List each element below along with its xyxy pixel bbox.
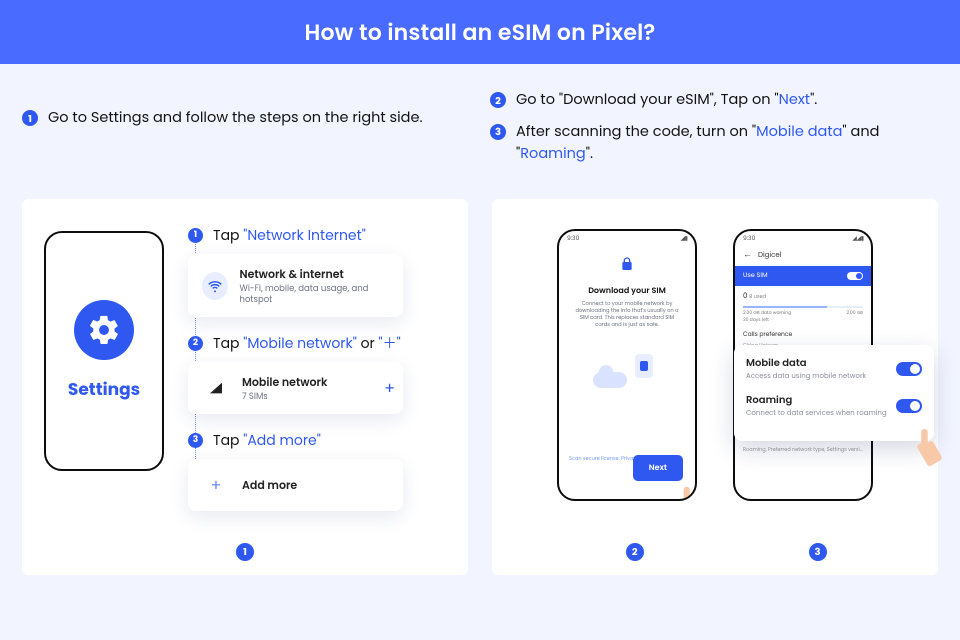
data-usage-bar <box>743 306 863 308</box>
cloud-icon <box>593 372 627 388</box>
phone-a-desc: Connect to your mobile network by downlo… <box>571 300 683 328</box>
roaming-sub: Connect to data services when roaming <box>746 409 887 419</box>
page-title: How to install an eSIM on Pixel? <box>305 16 656 49</box>
tile3-title: Add more <box>242 477 297 494</box>
tile2-title: Mobile network <box>242 374 327 391</box>
sim-chip-icon <box>635 354 653 378</box>
page-header: How to install an eSIM on Pixel? <box>0 0 960 64</box>
back-arrow-icon[interactable]: ← <box>743 249 752 262</box>
substep-badge-1: 1 <box>188 228 203 243</box>
next-button[interactable]: Next <box>633 455 683 481</box>
sub-steps: 1 Tap "Network Internet" Network & inter… <box>188 225 446 527</box>
step-badge-3: 3 <box>490 124 506 140</box>
panel-settings-steps: Settings 1 Tap "Network Internet" <box>22 199 468 575</box>
panel2-foot-badge-2: 2 <box>626 543 644 561</box>
add-icon: + <box>202 471 230 499</box>
tile1-title: Network & internet <box>240 266 389 283</box>
link-next: Next <box>779 90 810 110</box>
panel-phone-screens: 9:30◢ ▮ Download your SIM Connect to you… <box>492 199 938 575</box>
calls-preference[interactable]: Calls preference <box>735 323 871 342</box>
tile-mobile-network[interactable]: Mobile network 7 SIMs + <box>188 362 403 414</box>
intro-step-3: 3 After scanning the code, turn on "Mobi… <box>490 122 938 166</box>
tile2-sub: 7 SIMs <box>242 391 327 402</box>
tile-network-internet[interactable]: Network & internet Wi-Fi, mobile, data u… <box>188 254 403 317</box>
panels-row: Settings 1 Tap "Network Internet" <box>22 199 938 575</box>
intro-row: 1 Go to Settings and follow the steps on… <box>22 86 938 175</box>
intro-left: 1 Go to Settings and follow the steps on… <box>22 86 470 175</box>
tap-hand-icon-2 <box>910 425 952 467</box>
phone-a-title: Download your SIM <box>571 285 683 297</box>
intro-step-1: 1 Go to Settings and follow the steps on… <box>22 108 470 130</box>
intro-step-3-text: After scanning the code, turn on "Mobile… <box>516 122 938 166</box>
statusbar-a: 9:30◢ ▮ <box>559 231 695 246</box>
tile-add-more[interactable]: + Add more <box>188 459 403 511</box>
intro-step-1-text: Go to Settings and follow the steps on t… <box>48 108 423 130</box>
signal-icon <box>202 374 230 402</box>
intro-step-2-text: Go to "Download your eSIM", Tap on "Next… <box>516 90 817 112</box>
substep-2: 2 Tap "Mobile network" or "＋" Mobile net… <box>188 333 446 414</box>
lock-icon <box>619 256 635 272</box>
substep-badge-3: 3 <box>188 433 203 448</box>
phone-b-header: ← Digicel <box>735 246 871 266</box>
use-sim-row[interactable]: Use SIM <box>735 266 871 286</box>
link-mobile-data: Mobile data <box>756 122 842 142</box>
mobile-data-sub: Access data using mobile network <box>746 372 866 382</box>
roaming-title: Roaming <box>746 392 887 408</box>
plus-icon[interactable]: + <box>384 376 395 401</box>
use-sim-toggle[interactable] <box>847 272 863 280</box>
mobile-data-row[interactable]: Mobile data Access data using mobile net… <box>746 355 922 382</box>
tap-hand-icon <box>673 483 697 501</box>
content-wrap: 1 Go to Settings and follow the steps on… <box>0 64 960 575</box>
phone-download-sim: 9:30◢ ▮ Download your SIM Connect to you… <box>557 229 697 501</box>
mobile-data-toggle[interactable] <box>896 362 922 376</box>
roaming-toggle[interactable] <box>896 399 922 413</box>
intro-right: 2 Go to "Download your eSIM", Tap on "Ne… <box>490 86 938 175</box>
substep-badge-2: 2 <box>188 336 203 351</box>
substep-1: 1 Tap "Network Internet" Network & inter… <box>188 225 446 317</box>
mobile-data-title: Mobile data <box>746 355 866 371</box>
settings-phone-mock: Settings <box>44 231 164 471</box>
link-roaming: Roaming <box>520 144 585 164</box>
sim-illustration <box>593 352 661 390</box>
wifi-icon <box>202 272 228 300</box>
carrier-name: Digicel <box>758 251 781 261</box>
settings-label: Settings <box>68 376 140 402</box>
gear-icon <box>74 300 134 360</box>
roaming-row[interactable]: Roaming Connect to data services when ro… <box>746 392 922 419</box>
panel2-foot-badge-3: 3 <box>809 543 827 561</box>
panel1-foot-badge: 1 <box>236 543 254 561</box>
tile1-sub: Wi-Fi, mobile, data usage, and hotspot <box>240 283 389 305</box>
substep-3: 3 Tap "Add more" + Add more <box>188 430 446 511</box>
step-badge-1: 1 <box>22 110 38 126</box>
intro-step-2: 2 Go to "Download your eSIM", Tap on "Ne… <box>490 90 938 112</box>
toggles-callout: Mobile data Access data using mobile net… <box>734 345 934 441</box>
step-badge-2: 2 <box>490 92 506 108</box>
statusbar-b: 9:30◢ ◢ ▮ <box>735 231 871 246</box>
